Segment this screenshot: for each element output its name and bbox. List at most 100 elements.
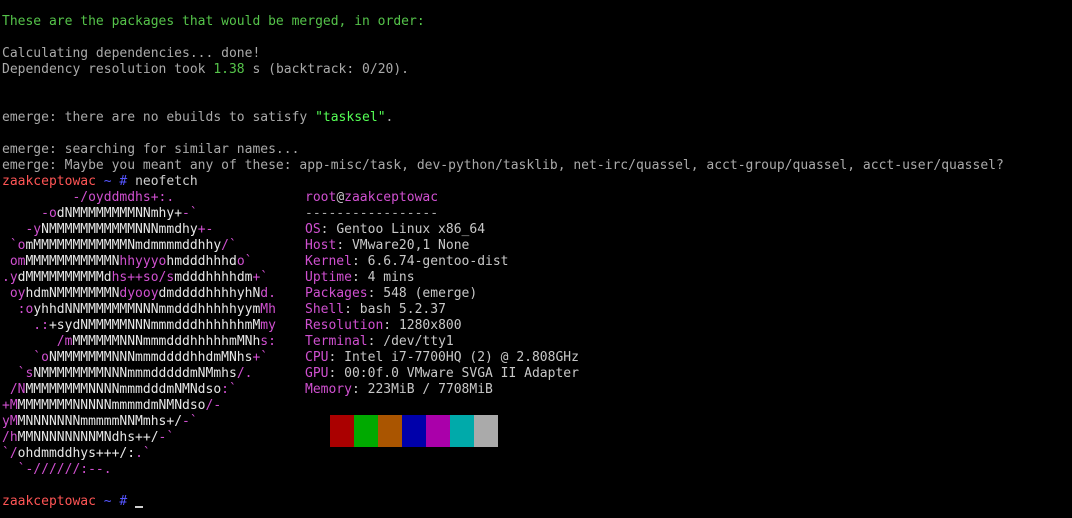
prompt-host: zaakceptowac [2,174,96,189]
logo-line: omMMMMMMMMMMMNhhyyyohmdddhhhdo` [2,254,253,270]
logo-segment: dmddddhhhhyhN [158,286,261,301]
logo-segment: .: [2,318,49,333]
maybe-line: emerge: Maybe you meant any of these: ap… [2,158,1004,173]
logo-segment: `o [2,350,49,365]
no-ebuild-prefix: emerge: there are no ebuilds to satisfy [2,110,316,125]
logo-line: `/ohdmmddhys+++/:.` [2,446,151,462]
logo-line: /NMMMMMMMMNNNNmmmdddmNMNdso:` [2,382,237,398]
info-key: GPU [305,366,329,381]
logo-segment: /- [205,398,222,413]
info-key: Packages [305,286,368,301]
logo-segment: +- [197,222,214,237]
logo-line: `-//////:--. [2,462,112,478]
logo-segment: +sydNMMMMMNNNmmmdddhhhhhhmM [48,318,261,333]
logo-segment: o` [236,254,253,269]
info-key: Host [305,238,337,253]
logo-segment: -` [182,206,198,221]
logo-segment: s: [260,334,276,349]
logo-segment: dNMMMMMMMMNNmhy+ [56,206,183,221]
info-key: Kernel [305,254,352,269]
info-value: VMware20,1 None [351,238,470,253]
palette-swatch [450,415,474,447]
logo-segment: hhyyyo [119,254,167,269]
logo-segment: /N [2,382,26,397]
logo-segment: ohdmmddhys+++/: [17,446,136,461]
logo-line: -yNMMMMMMMMMMMNNNmmdhy+- [2,222,213,238]
info-value: 6.6.74-gentoo-dist [367,254,509,269]
logo-segment: -/oyddmdhs+:. [2,190,175,205]
logo-line: `omMMMMMMMMMMMMNmdmmmmddhhy/` [2,238,237,254]
prompt-symbol: # [119,174,128,189]
palette-swatch [354,415,378,447]
logo-segment: hdmNMMMMMMMN [25,286,120,301]
logo-line: /hMMNNNNNNNNMNdhs++/-` [2,430,174,446]
info-row: Memory: 223MiB / 7708MiB [305,382,493,397]
logo-segment: :o [2,302,34,317]
logo-segment: -` [158,430,175,445]
logo-segment: mdddhhhhdm [174,270,253,285]
logo-line: oyhdmNMMMMMMMNdyooydmddddhhhhyhNd. [2,286,276,302]
logo-segment: NMMMMMMMNNNmmmddddhhdmMNhs [48,350,253,365]
logo-segment: hmdddhhhd [166,254,237,269]
info-key: Shell [305,302,345,317]
info-row: CPU: Intel i7-7700HQ (2) @ 2.808GHz [305,350,579,365]
dep-line: Dependency resolution took 1.38 s (backt… [2,62,1072,78]
logo-segment: +` [252,270,269,285]
logo-segment: NMMMMMMMMNNNmmmdddddmNMmhs [33,366,237,381]
no-ebuild-suffix: . [385,110,394,125]
palette-swatch [378,415,402,447]
info-row: Packages: 548 (emerge) [305,286,478,301]
palette-swatch [402,415,426,447]
logo-segment: -o [2,206,57,221]
logo-segment: /h [2,430,18,445]
logo-line: +MMMMMMMMNNNNNmmmmdmNMNdso/- [2,398,221,414]
info-value: 223MiB / 7708MiB [367,382,493,397]
info-separator: ----------------- [305,206,439,221]
info-row: Host: VMware20,1 None [305,238,470,253]
logo-segment: Mh [260,302,276,317]
logo-segment: MNNNNNNNmmmmmNNMmhs+/ [17,414,183,429]
info-row: Kernel: 6.6.74-gentoo-dist [305,254,509,269]
palette-swatch [474,415,498,447]
palette-swatch [306,415,330,447]
logo-line: :oyhhdNNMMMMMMMNNNmmdddhhhhhyymMh [2,302,276,318]
info-value: Intel i7-7700HQ (2) @ 2.808GHz [344,350,579,365]
logo-segment: +` [252,350,269,365]
logo-segment: NMMMMMMMMMMMNNNmmdhy [41,222,198,237]
logo-segment: :` [221,382,237,397]
palette-swatch [426,415,450,447]
logo-segment: om [2,254,26,269]
logo-line: .ydMMMMMMMMMMdhs++so/smdddhhhhdm+` [2,270,268,286]
info-value: 548 (emerge) [383,286,478,301]
logo-segment: `/ [2,446,18,461]
logo-line: yMMNNNNNNNmmmmmNNMmhs+/-` [2,414,198,430]
logo-segment: +M [2,398,18,413]
calc-line: Calculating dependencies... done! [2,46,261,61]
palette-swatch [330,415,354,447]
logo-segment: yhhdNNMMMMMMMNNNmmdddhhhhhyym [33,302,261,317]
info-title: root@zaakceptowac [305,190,438,206]
logo-segment: dMMMMMMMMMMd [17,270,112,285]
logo-line: .:+sydNMMMMMNNNmmmdddhhhhhhmMmy [2,318,276,334]
info-row: Uptime: 4 mins [305,270,415,285]
text-cursor [135,506,144,508]
logo-line: /mMMMMMMNNNmmmdddhhhhhmMNhs: [2,334,276,350]
logo-line: `oNMMMMMMMNNNmmmddddhhdmMNhs+` [2,350,268,366]
logo-segment: -y [2,222,42,237]
logo-line: -/oyddmdhs+:. [2,190,174,206]
prompt-line: zaakceptowac ~ # neofetch [2,174,1072,190]
logo-segment: -` [182,414,198,429]
info-value: 4 mins [367,270,415,285]
logo-segment: dyooy [119,286,159,301]
logo-segment: `-//////:--. [2,462,112,477]
merge-header: These are the packages that would be mer… [2,14,425,29]
info-value: bash 5.2.37 [359,302,446,317]
dep-prefix: Dependency resolution took [2,62,214,77]
logo-segment: d. [260,286,276,301]
info-key: Resolution [305,318,384,333]
info-row: Resolution: 1280x800 [305,318,462,333]
info-host: zaakceptowac [344,190,439,205]
no-ebuild-line: emerge: there are no ebuilds to satisfy … [2,110,1072,126]
info-key: Uptime [305,270,352,285]
logo-segment: `o [2,238,26,253]
